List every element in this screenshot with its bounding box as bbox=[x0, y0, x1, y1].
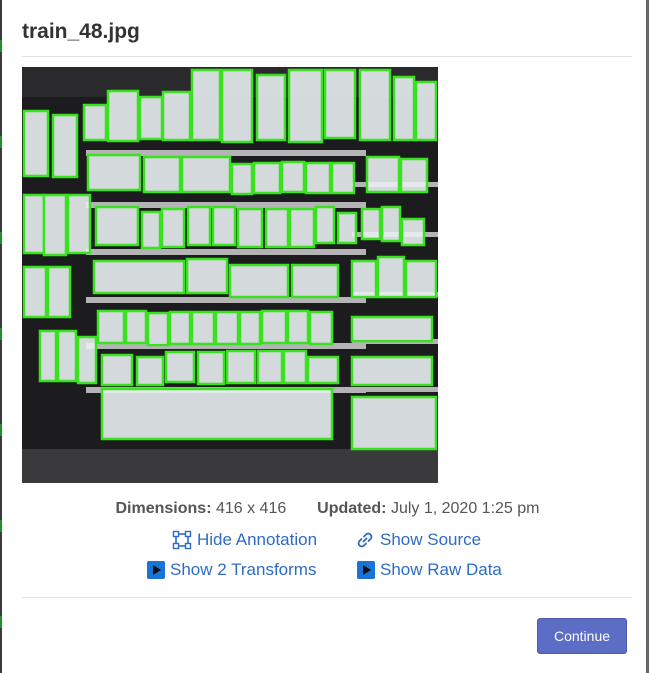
hide-annotation-label: Hide Annotation bbox=[197, 530, 318, 549]
continue-button[interactable]: Continue bbox=[537, 618, 627, 654]
updated-label: Updated: bbox=[317, 500, 387, 517]
footer-divider bbox=[22, 597, 632, 598]
dialog-title: train_48.jpg bbox=[22, 20, 140, 43]
hide-annotation-link[interactable]: Hide Annotation bbox=[172, 530, 317, 550]
expand-triangle-icon bbox=[357, 561, 375, 579]
updated-value: July 1, 2020 1:25 pm bbox=[390, 500, 540, 517]
annotated-image bbox=[22, 67, 438, 483]
title-divider bbox=[22, 56, 632, 57]
show-transforms-link[interactable]: Show 2 Transforms bbox=[147, 560, 316, 580]
show-raw-data-link[interactable]: Show Raw Data bbox=[357, 560, 502, 580]
expand-triangle-icon bbox=[147, 561, 165, 579]
show-raw-data-label: Show Raw Data bbox=[380, 560, 502, 579]
bounding-box-icon bbox=[172, 530, 192, 550]
link-icon bbox=[357, 532, 373, 548]
dimensions-label: Dimensions: bbox=[115, 500, 212, 517]
show-transforms-label: Show 2 Transforms bbox=[170, 560, 317, 579]
show-source-label: Show Source bbox=[380, 530, 482, 549]
show-source-link[interactable]: Show Source bbox=[355, 530, 481, 550]
dimensions-value: 416 x 416 bbox=[215, 500, 287, 517]
image-metadata: Dimensions: 416 x 416 Updated: July 1, 2… bbox=[0, 500, 649, 518]
background-window-edge-accent bbox=[0, 0, 2, 673]
